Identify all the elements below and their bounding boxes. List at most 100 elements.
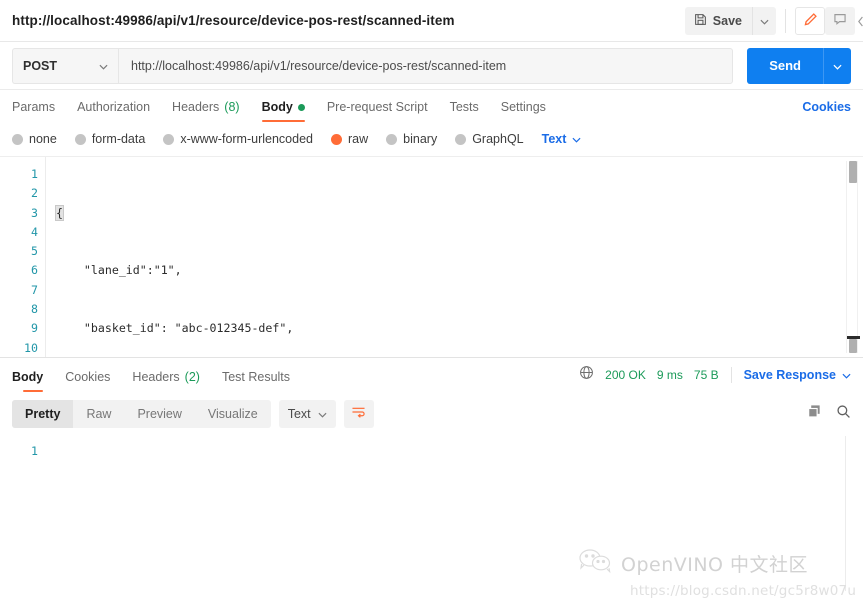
body-type-raw[interactable]: raw xyxy=(331,132,368,146)
send-dropdown-button[interactable] xyxy=(823,47,851,84)
line-number: 10 xyxy=(24,340,38,355)
body-type-x-www-form-urlencoded[interactable]: x-www-form-urlencoded xyxy=(163,132,313,146)
response-tab-cookies[interactable]: Cookies xyxy=(54,370,121,392)
response-size: 75 B xyxy=(693,368,719,382)
tab-tests[interactable]: Tests xyxy=(439,100,490,122)
tab-label: Cookies xyxy=(65,370,111,384)
code-line: "lane_id":"1", xyxy=(56,263,182,278)
tab-label: Authorization xyxy=(77,100,151,114)
comment-icon xyxy=(833,12,847,29)
line-number: 6 xyxy=(31,263,38,278)
status-code: 200 OK xyxy=(605,368,646,382)
http-method-select[interactable]: POST xyxy=(12,47,118,84)
editor-scrollbar[interactable] xyxy=(846,161,860,353)
view-pretty-button[interactable]: Pretty xyxy=(12,400,74,428)
response-right-rail xyxy=(845,436,846,591)
title-bar: http://localhost:49986/api/v1/resource/d… xyxy=(0,0,863,42)
comment-button[interactable] xyxy=(825,6,855,35)
request-tabs: Params Authorization Headers (8) Body Pr… xyxy=(0,90,863,122)
globe-icon xyxy=(579,365,594,385)
http-method-value: POST xyxy=(23,58,58,73)
tab-authorization[interactable]: Authorization xyxy=(66,100,161,122)
response-format-value: Text xyxy=(287,407,311,421)
tab-body[interactable]: Body xyxy=(251,100,316,122)
body-type-none[interactable]: none xyxy=(12,132,57,146)
tab-label: Tests xyxy=(449,100,479,114)
tab-params[interactable]: Params xyxy=(12,100,66,122)
view-visualize-button[interactable]: Visualize xyxy=(195,400,271,428)
body-type-form-data[interactable]: form-data xyxy=(74,132,146,146)
radio-selected-icon xyxy=(331,133,342,145)
radio-icon xyxy=(455,133,467,145)
response-toolbar: Pretty Raw Preview Visualize Text xyxy=(0,392,863,436)
body-type-label: GraphQL xyxy=(472,132,524,146)
save-response-button[interactable]: Save Response xyxy=(744,368,851,382)
response-body-viewer[interactable]: 1 xyxy=(0,436,863,591)
line-number: 9 xyxy=(31,321,38,336)
editor-code-area[interactable]: { "lane_id":"1", "basket_id": "abc-01234… xyxy=(45,157,863,357)
body-type-binary[interactable]: binary xyxy=(386,132,437,146)
editor-scrollbar-thumb[interactable] xyxy=(849,161,857,183)
tab-pre-request-script[interactable]: Pre-request Script xyxy=(316,100,439,122)
copy-icon[interactable] xyxy=(807,404,822,424)
tab-label: Params xyxy=(12,100,56,114)
body-type-label: x-www-form-urlencoded xyxy=(180,132,313,146)
edit-pencil-button[interactable] xyxy=(795,6,825,35)
body-format-select[interactable]: Text xyxy=(542,132,582,146)
save-dropdown-button[interactable] xyxy=(752,6,776,35)
view-preview-button[interactable]: Preview xyxy=(124,400,194,428)
chevron-down-icon xyxy=(99,59,108,73)
floppy-disk-icon xyxy=(694,13,707,29)
tab-label: Headers xyxy=(132,370,180,384)
tab-headers[interactable]: Headers (8) xyxy=(161,100,251,122)
response-time: 9 ms xyxy=(656,368,683,382)
response-format-select[interactable]: Text xyxy=(278,400,336,428)
meta-divider xyxy=(730,367,732,383)
editor-scrollbar-thumb-bottom[interactable] xyxy=(849,339,857,353)
body-type-label: none xyxy=(29,132,57,146)
view-raw-button[interactable]: Raw xyxy=(73,400,124,428)
radio-icon xyxy=(74,133,86,145)
panel-edge-icon[interactable] xyxy=(857,14,863,32)
response-tab-headers[interactable]: Headers (2) xyxy=(121,370,211,392)
body-type-label: form-data xyxy=(91,132,146,146)
code-line: { xyxy=(55,204,64,221)
url-input[interactable] xyxy=(118,47,734,84)
search-icon[interactable] xyxy=(836,404,851,424)
save-button[interactable]: Save xyxy=(684,6,752,35)
chevron-down-icon xyxy=(572,132,581,146)
line-number: 7 xyxy=(31,282,38,297)
editor-line-numbers: 1 2 3 4 5 6 7 8 9 10 11 xyxy=(0,157,45,357)
editor-surface[interactable]: 1 2 3 4 5 6 7 8 9 10 11 { "lane_id":"1",… xyxy=(0,157,863,357)
tab-settings[interactable]: Settings xyxy=(490,100,557,122)
response-toolbar-actions xyxy=(807,404,851,424)
tab-label: Settings xyxy=(500,100,546,114)
save-button-label: Save xyxy=(712,13,742,28)
word-wrap-icon xyxy=(351,406,366,422)
send-button[interactable]: Send xyxy=(747,47,823,84)
send-button-group: Send xyxy=(747,47,851,84)
response-line-numbers: 1 xyxy=(0,436,45,461)
chevron-down-icon xyxy=(842,368,851,382)
cookies-link[interactable]: Cookies xyxy=(802,100,851,122)
toolbar-divider xyxy=(785,8,786,33)
tab-count: (8) xyxy=(224,100,240,114)
line-number: 2 xyxy=(31,186,38,201)
response-tabs: Body Cookies Headers (2) Test Results 20… xyxy=(0,358,863,392)
title-bar-actions: Save xyxy=(684,0,863,41)
tab-count: (2) xyxy=(184,370,200,384)
word-wrap-button[interactable] xyxy=(343,400,374,428)
tab-label: Body xyxy=(12,370,44,384)
line-number: 1 xyxy=(31,444,38,458)
chevron-down-icon xyxy=(833,58,842,73)
chevron-down-icon xyxy=(760,13,769,28)
response-tab-body[interactable]: Body xyxy=(12,370,54,392)
line-number: 4 xyxy=(31,224,38,239)
request-body-editor[interactable]: 1 2 3 4 5 6 7 8 9 10 11 { "lane_id":"1",… xyxy=(0,156,863,358)
body-type-selector: none form-data x-www-form-urlencoded raw… xyxy=(0,122,863,156)
line-number: 8 xyxy=(31,302,38,317)
response-tab-test-results[interactable]: Test Results xyxy=(211,370,301,392)
body-type-graphql[interactable]: GraphQL xyxy=(455,132,524,146)
line-number: 3 xyxy=(31,205,38,220)
body-type-label: binary xyxy=(403,132,438,146)
